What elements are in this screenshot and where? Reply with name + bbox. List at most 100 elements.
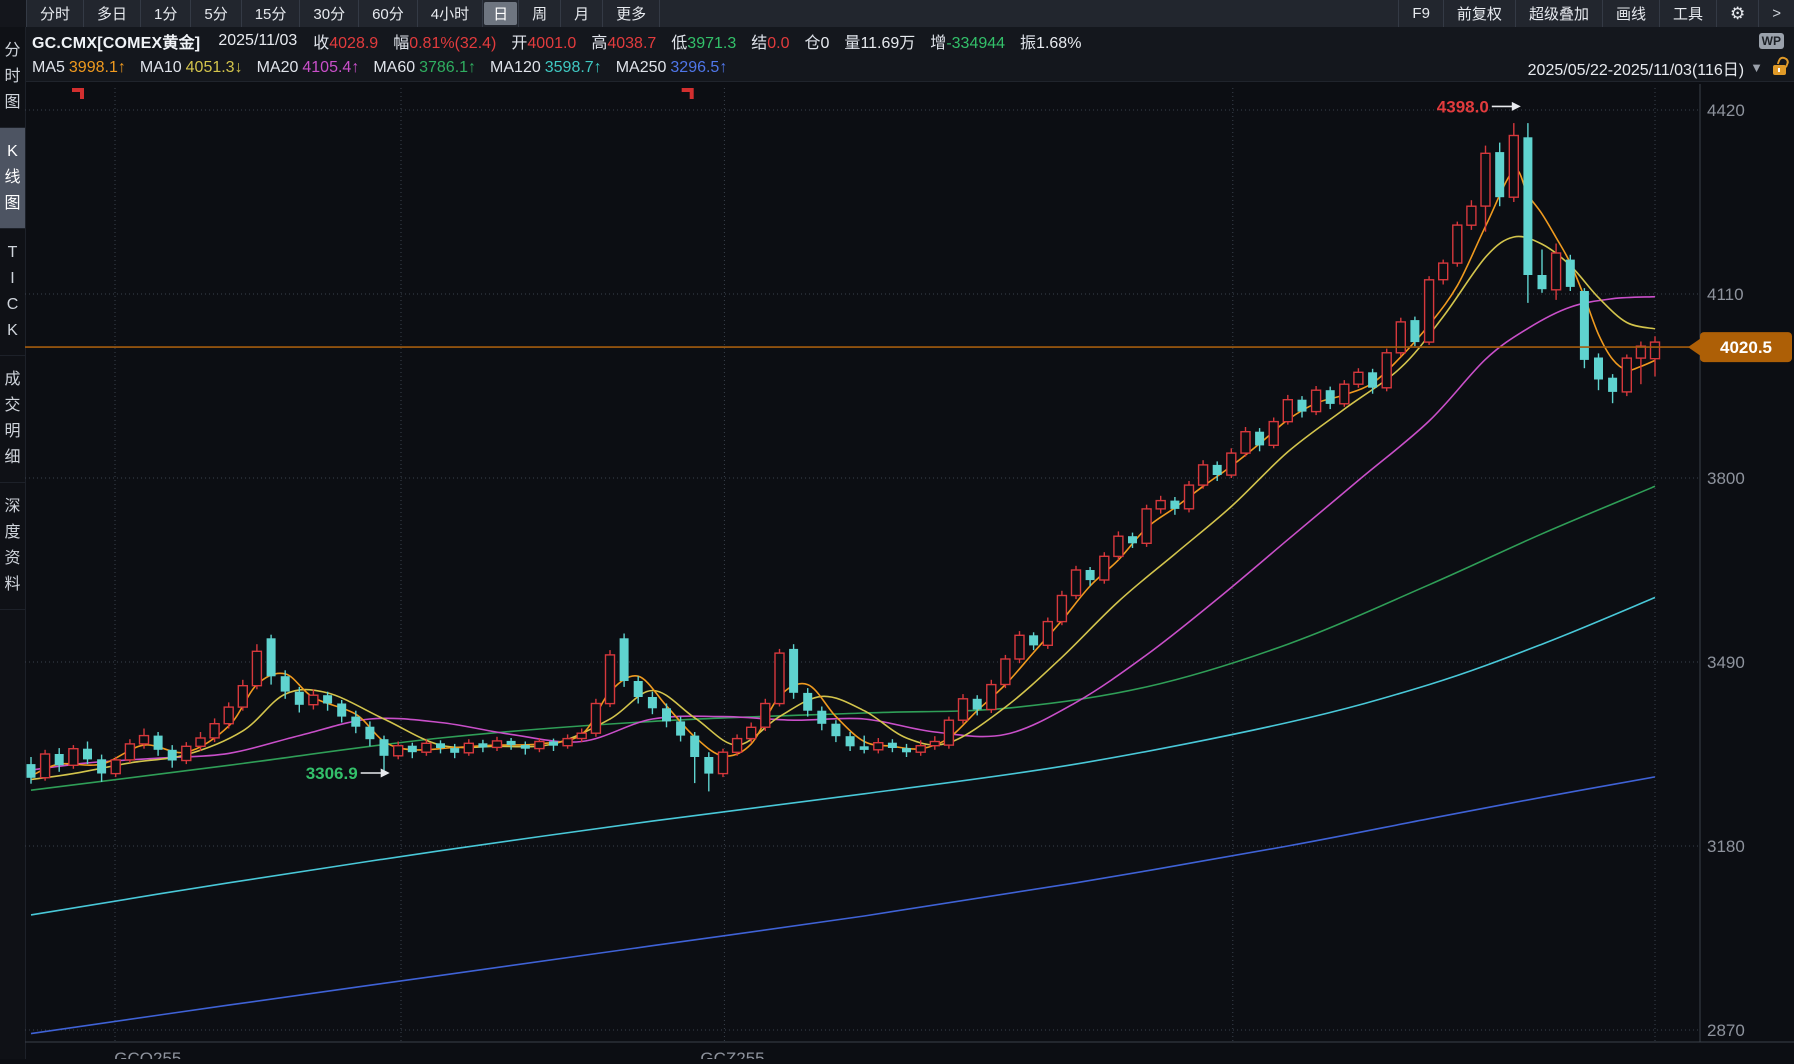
field-change-label: 幅 bbox=[393, 34, 410, 52]
field-amplitude-label: 振 bbox=[1020, 34, 1037, 52]
ma120-item: MA120 3598.7↑ bbox=[490, 59, 602, 76]
forward-adjust-button[interactable]: 前复权 bbox=[1442, 0, 1515, 27]
chart-type-sidebar: 分时图K线图TICK成交明细深度资料 bbox=[0, 27, 26, 1059]
tab-5min[interactable]: 5分 bbox=[191, 0, 242, 27]
svg-text:4420: 4420 bbox=[1707, 101, 1745, 120]
field-volume-label: 量 bbox=[844, 34, 861, 52]
ma10-label: MA10 bbox=[139, 58, 182, 76]
period-tabbar: 分时 多日 1分 5分 15分 30分 60分 4小时日周月更多 F9 前复权 超级叠加 画线 工具 ⚙… bbox=[0, 0, 1794, 28]
tools-button[interactable]: 工具 bbox=[1658, 0, 1716, 27]
svg-text:3306.9: 3306.9 bbox=[306, 764, 358, 783]
period-tabs: 分时 多日 1分 5分 15分 30分 60分 4小时日周月更多 bbox=[27, 0, 661, 27]
field-open-value: 4001.0 bbox=[527, 34, 577, 52]
ma250-item: MA250 3296.5↑ bbox=[616, 59, 728, 76]
tab-15min[interactable]: 15分 bbox=[242, 0, 301, 27]
super-overlay-button[interactable]: 超级叠加 bbox=[1514, 0, 1602, 27]
field-amplitude: 振1.68% bbox=[1020, 35, 1081, 52]
settings-gear-icon[interactable]: ⚙ bbox=[1715, 0, 1758, 27]
field-low-label: 低 bbox=[671, 34, 688, 52]
field-open-label: 开 bbox=[511, 34, 528, 52]
tab-4hour[interactable]: 4小时 bbox=[418, 0, 484, 27]
ma250-value: 3296.5↑ bbox=[670, 58, 728, 76]
field-low: 低3971.3 bbox=[671, 35, 736, 52]
scale-lock-icon[interactable] bbox=[1773, 64, 1786, 75]
svg-text:2870: 2870 bbox=[1707, 1021, 1745, 1040]
quote-fields: 收4028.9 幅0.81%(32.4) 开4001.0 高4038.7 低3971.3… bbox=[313, 29, 1096, 53]
tab-60min[interactable]: 60分 bbox=[359, 0, 418, 27]
field-high-value: 4038.7 bbox=[607, 34, 657, 52]
field-high-label: 高 bbox=[591, 34, 608, 52]
sidebar-item-timeline-chart[interactable]: 分时图 bbox=[0, 27, 25, 128]
field-oi-change-value: -334944 bbox=[946, 34, 1006, 52]
quote-info-bar: GC.CMX[COMEX黄金] 2025/11/03 收4028.9 幅0.81%… bbox=[25, 27, 1794, 54]
field-open-interest-value: 0 bbox=[820, 34, 830, 52]
tab-1min[interactable]: 1分 bbox=[141, 0, 192, 27]
wp-badge[interactable]: WP bbox=[1758, 32, 1784, 49]
field-settle-label: 结 bbox=[751, 34, 768, 52]
field-volume: 量11.69万 bbox=[844, 35, 915, 52]
range-dropdown-icon[interactable]: ▼ bbox=[1750, 60, 1763, 75]
svg-text:4110: 4110 bbox=[1707, 285, 1744, 304]
quote-date: 2025/11/03 bbox=[218, 31, 298, 49]
field-settle-value: 0.0 bbox=[767, 34, 790, 52]
sidebar-item-tick[interactable]: TICK bbox=[0, 229, 25, 356]
kline-chart-canvas[interactable]: 4420 4110 3800 3490 3180 2870 4398.0 3306.9 GCQ2… bbox=[25, 82, 1794, 1064]
ma5-label: MA5 bbox=[32, 58, 65, 76]
ma5-item: MA5 3998.1↑ bbox=[32, 59, 126, 76]
tab-daily[interactable]: 日 bbox=[484, 2, 518, 25]
tab-30min[interactable]: 30分 bbox=[300, 0, 360, 27]
trading-app: { "toolbar": { "tabs": [ {"key":"tab-tim… bbox=[0, 0, 1794, 1064]
f9-button[interactable]: F9 bbox=[1398, 0, 1443, 27]
ma60-label: MA60 bbox=[373, 58, 416, 76]
field-settle: 结0.0 bbox=[751, 35, 789, 52]
field-low-value: 3971.3 bbox=[687, 34, 737, 52]
tab-monthly[interactable]: 月 bbox=[561, 0, 604, 27]
svg-text:3490: 3490 bbox=[1707, 653, 1745, 672]
ma20-value: 4105.4↑ bbox=[302, 58, 360, 76]
ma-values: MA5 3998.1↑ MA10 4051.3↓ MA20 4105.4↑ MA60 3786… bbox=[32, 59, 741, 77]
tabbar-corner bbox=[0, 0, 27, 27]
svg-text:GCZ255: GCZ255 bbox=[700, 1049, 764, 1059]
symbol-name: GC.CMX[COMEX黄金] bbox=[32, 34, 201, 52]
ma10-item: MA10 4051.3↓ bbox=[140, 59, 243, 76]
ma60-item: MA60 3786.1↑ bbox=[373, 59, 476, 76]
date-range[interactable]: 2025/05/22-2025/11/03(116日) bbox=[1528, 56, 1744, 80]
ma20-item: MA20 4105.4↑ bbox=[257, 59, 360, 76]
kline-chart[interactable]: 4420 4110 3800 3490 3180 2870 4398.0 3306.9 GCQ2… bbox=[25, 82, 1794, 1064]
collapse-chevron-icon[interactable]: > bbox=[1758, 0, 1794, 27]
field-open-interest-label: 仓 bbox=[804, 34, 821, 52]
field-close-value: 4028.9 bbox=[329, 34, 379, 52]
sidebar-item-trade-details[interactable]: 成交明细 bbox=[0, 356, 25, 483]
svg-text:3800: 3800 bbox=[1707, 469, 1745, 488]
field-close: 收4028.9 bbox=[313, 35, 378, 52]
field-high: 高4038.7 bbox=[591, 35, 656, 52]
field-open: 开4001.0 bbox=[511, 35, 576, 52]
field-oi-change: 增-334944 bbox=[930, 35, 1005, 52]
range-group: 2025/05/22-2025/11/03(116日) ▼ bbox=[1528, 56, 1786, 80]
ma5-value: 3998.1↑ bbox=[68, 58, 126, 76]
tab-multiday[interactable]: 多日 bbox=[84, 0, 142, 27]
ma-indicator-bar: MA5 3998.1↑ MA10 4051.3↓ MA20 4105.4↑ MA60 3786… bbox=[25, 54, 1794, 82]
field-close-label: 收 bbox=[313, 34, 330, 52]
sidebar-item-depth-data[interactable]: 深度资料 bbox=[0, 483, 25, 610]
ma120-label: MA120 bbox=[490, 58, 541, 76]
toolbar-right: F9 前复权 超级叠加 画线 工具 ⚙ > bbox=[1398, 0, 1794, 27]
field-change: 幅0.81%(32.4) bbox=[393, 35, 496, 52]
tab-timeline[interactable]: 分时 bbox=[27, 0, 85, 27]
field-amplitude-value: 1.68% bbox=[1036, 34, 1082, 52]
draw-line-button[interactable]: 画线 bbox=[1601, 0, 1659, 27]
field-open-interest: 仓0 bbox=[805, 35, 830, 52]
ma120-value: 3598.7↑ bbox=[544, 58, 602, 76]
field-volume-value: 11.69万 bbox=[860, 34, 916, 52]
ma20-label: MA20 bbox=[256, 58, 299, 76]
tab-weekly[interactable]: 周 bbox=[518, 0, 562, 27]
tab-more[interactable]: 更多 bbox=[603, 0, 661, 27]
sidebar-item-kline-chart[interactable]: K线图 bbox=[0, 128, 25, 229]
svg-text:4398.0: 4398.0 bbox=[1437, 97, 1489, 116]
field-oi-change-label: 增 bbox=[930, 34, 947, 52]
svg-text:3180: 3180 bbox=[1707, 837, 1745, 856]
field-change-value: 0.81%(32.4) bbox=[409, 34, 497, 52]
ma60-value: 3786.1↑ bbox=[419, 58, 477, 76]
svg-text:GCQ255: GCQ255 bbox=[114, 1049, 181, 1059]
svg-text:4020.5: 4020.5 bbox=[1720, 338, 1772, 357]
